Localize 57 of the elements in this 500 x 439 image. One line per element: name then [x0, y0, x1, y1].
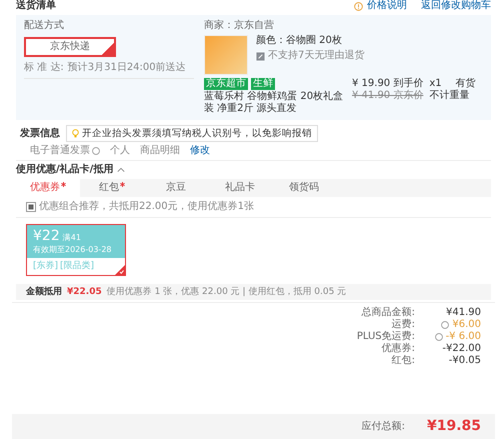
product-tag: 生鲜	[251, 78, 275, 90]
price-note-link[interactable]: 价格说明	[367, 0, 407, 12]
shipping-option[interactable]: 京东快递	[24, 37, 116, 57]
discount-tab[interactable]: 红包	[80, 179, 144, 198]
product-tag: 京东超市	[204, 78, 248, 90]
coupon-validity: 有效期至2026-03-28	[33, 245, 112, 255]
section-title: 使用优惠/礼品卡/抵用	[16, 164, 114, 176]
section-title: 发票信息	[20, 128, 60, 140]
variant-text: 颜色：谷物圈 20枚	[256, 35, 343, 47]
coupon-tag: [限品类]	[60, 260, 94, 272]
schedule-label: 标 准 达:	[24, 62, 64, 74]
product-name[interactable]: 蓝莓乐村 谷物鲜鸡蛋 20枚礼盒装 净重2斤 源头直发	[204, 91, 346, 115]
photo-placeholder	[204, 35, 248, 75]
return-policy-text: 不支持7天无理由退货	[268, 50, 364, 62]
summary-detail: 使用优惠券 1 张，优惠 22.00 元 | 使用红包，抵用 0.05 元	[106, 286, 346, 298]
total-value: -¥22.00	[442, 343, 481, 356]
invoice-content: 商品明细	[140, 145, 180, 158]
quantity: x1	[429, 78, 442, 90]
total-value: ¥6.00	[452, 319, 481, 332]
recommend-text: 优惠组合推荐，共抵用22.00元，使用优惠券1张	[39, 201, 254, 214]
delivery-estimate: 预计3月31日24:00前送达	[68, 62, 186, 74]
coupon-amount: ¥22	[33, 228, 60, 246]
total-label: PLUS免运费:	[356, 331, 415, 342]
total-label: 总商品金额:	[362, 307, 415, 318]
total-label: 优惠券:	[382, 343, 415, 355]
total-due-label: 应付总额:	[362, 420, 405, 433]
return-policy-icon	[256, 52, 265, 60]
total-value: -¥ 6.00	[446, 331, 481, 344]
coupon-tag: [东券]	[33, 260, 58, 272]
caret-icon[interactable]	[117, 167, 126, 174]
invoice-type: 电子普通发票	[30, 145, 90, 158]
shipping-label: 配送方式	[24, 20, 65, 32]
discount-tab[interactable]: 领货码	[272, 179, 336, 198]
total-label: 运费:	[392, 319, 415, 330]
checkbox[interactable]	[26, 202, 36, 212]
total-due-amount: ¥19.85	[426, 418, 481, 435]
stock-status: 有货	[456, 78, 476, 90]
total-label: 红包:	[392, 355, 415, 368]
summary-label: 金额抵用	[26, 286, 62, 298]
final-price: ¥ 19.90 到手价	[352, 78, 424, 90]
tip-text: 开企业抬头发票须填写纳税人识别号，以免影响报销	[82, 128, 312, 140]
selected-check-icon	[115, 264, 125, 275]
summary-amount: ¥22.05	[67, 286, 102, 298]
total-value: ¥41.90	[446, 307, 481, 320]
discount-tab[interactable]: 优惠券	[16, 179, 80, 198]
discount-tab[interactable]: 礼品卡	[208, 179, 272, 198]
seller-name: 商家：京东自营	[204, 20, 275, 32]
coupon-condition: 满41	[62, 233, 81, 243]
weight-text: 不计重量	[429, 90, 470, 102]
total-value: -¥0.05	[448, 355, 481, 368]
info-icon	[354, 2, 363, 10]
discount-tab[interactable]: 京豆	[144, 179, 208, 198]
invoice-holder: 个人	[110, 145, 130, 158]
original-price: ¥ 41.90 京东价	[352, 90, 424, 102]
lightbulb-icon	[72, 129, 79, 138]
help-icon	[92, 147, 100, 156]
edit-invoice-link[interactable]: 修改	[190, 145, 210, 158]
